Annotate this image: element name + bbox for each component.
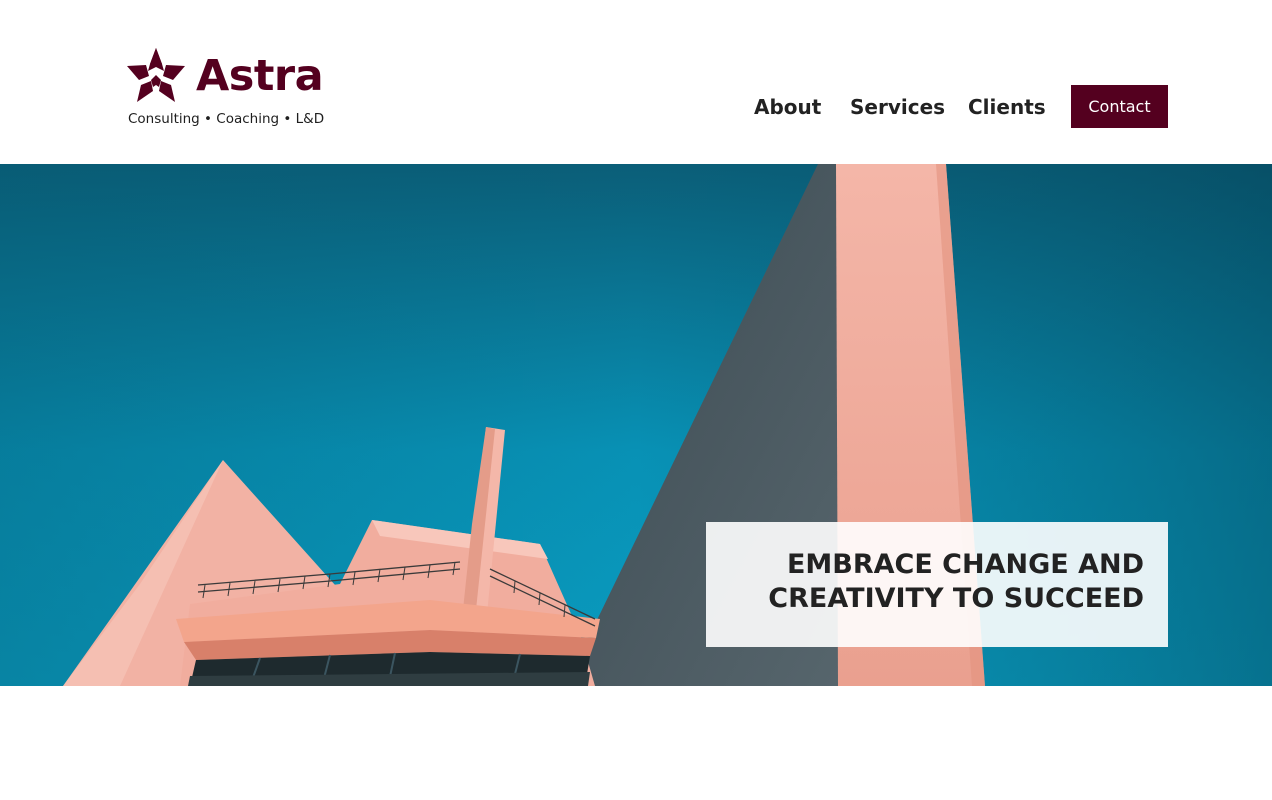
nav-link-clients[interactable]: Clients	[968, 85, 1046, 128]
hero-heading: EMBRACE CHANGE AND CREATIVITY TO SUCCEED	[768, 549, 1144, 614]
brand-logo[interactable]: Astra Consulting • Coaching • L&D	[127, 46, 327, 134]
nav-link-services[interactable]: Services	[850, 85, 945, 128]
hero-section: EMBRACE CHANGE AND CREATIVITY TO SUCCEED	[0, 164, 1272, 686]
contact-button[interactable]: Contact	[1071, 85, 1168, 128]
brand-tagline: Consulting • Coaching • L&D	[128, 111, 325, 127]
hero-caption: EMBRACE CHANGE AND CREATIVITY TO SUCCEED	[706, 522, 1168, 647]
nav-link-about[interactable]: About	[754, 85, 821, 128]
content-area	[0, 686, 1272, 800]
star-icon	[127, 48, 185, 102]
brand-name: Astra	[196, 51, 324, 101]
site-header: Astra Consulting • Coaching • L&D About …	[0, 0, 1272, 164]
